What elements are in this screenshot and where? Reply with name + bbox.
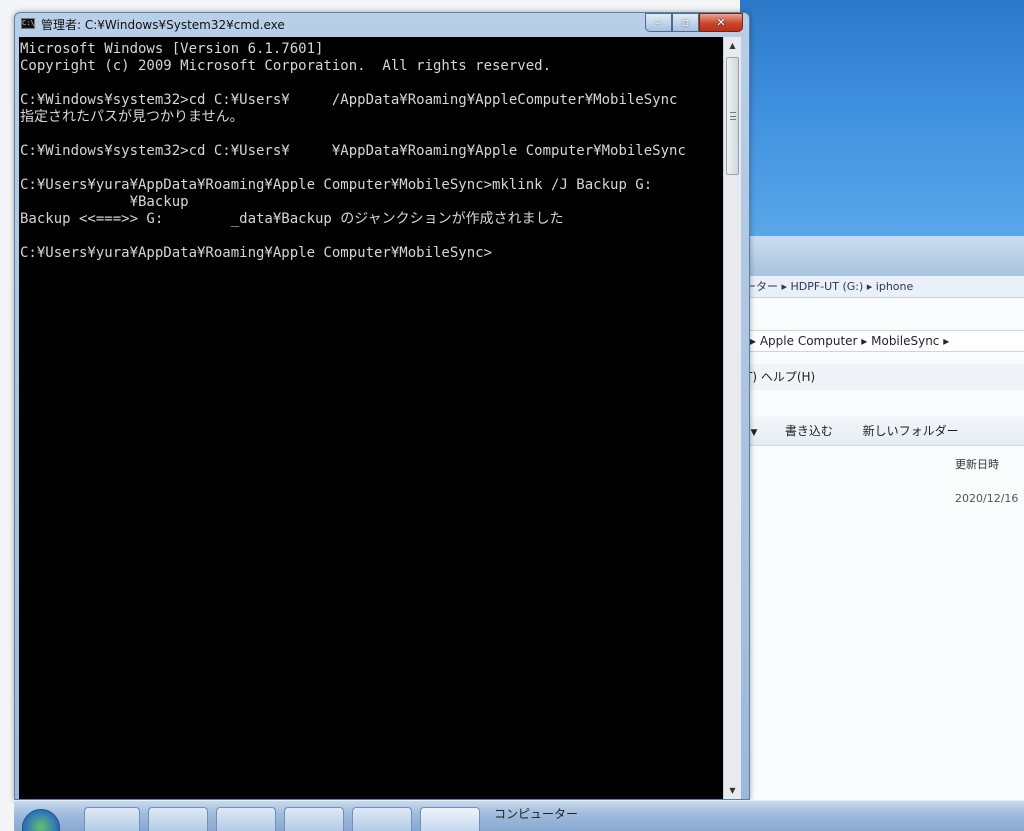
console-line: Copyright (c) 2009 Microsoft Corporation… <box>20 58 552 74</box>
console-line: C:¥Windows¥system32>cd C:¥Users¥ /AppDat… <box>20 92 678 108</box>
maximize-button[interactable]: ▫ <box>672 13 699 32</box>
cmd-app-icon[interactable]: C:\ <box>21 18 35 29</box>
explorer-titlebar[interactable] <box>741 236 1024 276</box>
cmd-titlebar[interactable]: C:\ 管理者: C:¥Windows¥System32¥cmd.exe – ▫… <box>15 13 749 35</box>
console-line: C:¥Windows¥system32>cd C:¥Users¥ ¥AppDat… <box>20 143 686 159</box>
console-line: ¥Backup <box>20 194 189 210</box>
scroll-grip-icon <box>730 112 736 120</box>
taskbar-ie-icon[interactable] <box>84 807 140 831</box>
window-title: 管理者: C:¥Windows¥System32¥cmd.exe <box>41 18 285 32</box>
taskbar-folder-icon[interactable] <box>148 807 208 831</box>
scroll-down-arrow-icon[interactable]: ▼ <box>724 782 741 799</box>
console-line: Backup <<===>> G: _data¥Backup のジャンクションが… <box>20 211 564 227</box>
taskbar-cmd-icon[interactable] <box>420 807 480 831</box>
vertical-scrollbar[interactable]: ▲ ▼ <box>723 37 741 799</box>
close-button[interactable]: ✕ <box>699 13 743 32</box>
scroll-up-arrow-icon[interactable]: ▲ <box>724 37 741 54</box>
scroll-thumb[interactable] <box>726 57 739 175</box>
explorer-menu-help[interactable]: T) ヘルプ(H) <box>741 364 1024 390</box>
start-orb-icon[interactable] <box>22 809 60 831</box>
console-line: 指定されたパスが見つかりません。 <box>20 109 244 125</box>
taskbar-chrome-icon[interactable] <box>284 807 344 831</box>
new-folder-button[interactable]: 新しいフォルダー <box>863 416 959 446</box>
taskbar-media-icon[interactable] <box>216 807 276 831</box>
taskbar-explorer-label[interactable]: コンピューター <box>494 805 578 822</box>
explorer-toolbar: ▼ 書き込む 新しいフォルダー <box>741 416 1024 446</box>
console-output[interactable]: Microsoft Windows [Version 6.1.7601] Copy… <box>19 37 723 799</box>
taskbar-app-icon[interactable] <box>352 807 412 831</box>
burn-button[interactable]: 書き込む <box>785 416 833 446</box>
explorer-window[interactable]: ーター ▸ HDPF-UT (G:) ▸ iphone ▸ Apple Comp… <box>740 236 1024 816</box>
console-line: C:¥Users¥yura¥AppData¥Roaming¥Apple Comp… <box>20 245 493 261</box>
console-line: C:¥Users¥yura¥AppData¥Roaming¥Apple Comp… <box>20 177 653 193</box>
minimize-button[interactable]: – <box>645 13 672 32</box>
explorer-address-bar-top[interactable]: ーター ▸ HDPF-UT (G:) ▸ iphone <box>741 276 1024 298</box>
column-header-modified[interactable]: 更新日時 <box>955 456 999 472</box>
explorer-address-bar[interactable]: ▸ Apple Computer ▸ MobileSync ▸ <box>741 330 1024 352</box>
cmd-window[interactable]: C:\ 管理者: C:¥Windows¥System32¥cmd.exe – ▫… <box>14 12 750 800</box>
console-line: Microsoft Windows [Version 6.1.7601] <box>20 41 324 57</box>
row-modified-date: 2020/12/16 <box>955 492 1019 505</box>
desktop-background <box>740 0 1024 240</box>
taskbar: コンピューター <box>14 800 1024 831</box>
